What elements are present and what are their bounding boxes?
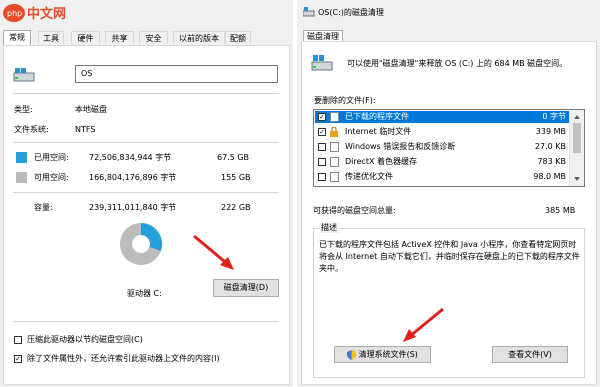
item-checkbox[interactable] (318, 173, 326, 181)
filesystem-label: 文件系统: (14, 125, 49, 134)
svg-text:中文网: 中文网 (27, 6, 66, 22)
type-label: 类型: (14, 105, 33, 114)
disk-cleanup-button[interactable]: 磁盘清理(D) (213, 279, 279, 297)
file-icon (330, 142, 339, 152)
tab-general[interactable]: 常规 (3, 30, 31, 45)
disk-cleanup-dialog: OS(C:)的磁盘清理 磁盘清理 可以使用"磁盘清理"来释放 OS (C:) 上… (297, 0, 600, 387)
view-files-label: 查看文件(V) (508, 350, 552, 359)
item-name: DirectX 着色器缓存 (345, 157, 417, 166)
total-space-label: 可获得的磁盘空间总量: (313, 206, 396, 215)
divider (13, 142, 279, 143)
capacity-bytes: 239,311,011,840 字节 (89, 203, 177, 212)
cleanup-drive-icon (311, 55, 333, 71)
scrollbar-arrows-icon (573, 115, 581, 181)
tab-bar: 常规 工具 硬件 共享 安全 以前的版本 配额 (0, 30, 293, 45)
item-checkbox[interactable] (318, 158, 326, 166)
drive-name-input[interactable]: OS (75, 65, 278, 83)
cleanup-title-icon (303, 7, 315, 17)
file-icon (330, 157, 339, 167)
tab-hardware[interactable]: 硬件 (71, 31, 100, 44)
drive-properties-dialog: php 中文网 常规 工具 硬件 共享 安全 以前的版本 配额 OS 类型: 本… (0, 0, 293, 387)
svg-text:php: php (7, 9, 22, 18)
free-space-gb: 155 GB (221, 173, 251, 182)
type-value: 本地磁盘 (75, 105, 107, 114)
index-checkbox[interactable]: ✓ (14, 355, 22, 363)
item-name: Internet 临时文件 (345, 127, 412, 136)
list-item[interactable]: ✓ Internet 临时文件 339 MB (315, 126, 570, 138)
total-space-value: 385 MB (545, 206, 576, 215)
free-color-swatch (16, 172, 27, 183)
usage-donut-chart (120, 223, 162, 265)
description-label: 描述 (319, 223, 339, 233)
description-text: 已下载的程序文件包括 ActiveX 控件和 Java 小程序，你查看特定网页时… (319, 240, 580, 273)
window-title: OS(C:)的磁盘清理 (318, 8, 384, 17)
item-size: 339 MB (535, 127, 566, 136)
item-checkbox[interactable] (318, 143, 326, 151)
general-panel: OS 类型: 本地磁盘 文件系统: NTFS 已用空间: 72,506,834,… (3, 45, 290, 385)
drive-label: 驱动器 C: (127, 289, 162, 298)
cleanup-system-files-button[interactable]: 清理系统文件(S) (334, 346, 431, 363)
tab-sharing[interactable]: 共享 (105, 31, 134, 44)
item-checkbox[interactable]: ✓ (318, 128, 326, 136)
watermark-logo: php 中文网 (2, 2, 82, 24)
item-checkbox[interactable]: ✓ (318, 113, 326, 121)
tab-tools[interactable]: 工具 (38, 31, 64, 44)
used-space-bytes: 72,506,834,944 字节 (89, 153, 172, 162)
files-to-delete-label: 要删除的文件(F): (314, 96, 376, 105)
divider (13, 321, 279, 322)
item-size: 0 字节 (542, 112, 566, 121)
divider (13, 93, 279, 94)
view-files-button[interactable]: 查看文件(V) (492, 346, 568, 363)
used-space-gb: 67.5 GB (217, 153, 250, 162)
item-size: 783 KB (537, 157, 566, 166)
tab-previous-versions[interactable]: 以前的版本 (173, 31, 225, 44)
item-name: 已下载的程序文件 (345, 112, 409, 121)
capacity-gb: 222 GB (221, 203, 251, 212)
item-name: 传递优化文件 (345, 172, 393, 181)
description-group: 描述 已下载的程序文件包括 ActiveX 控件和 Java 小程序，你查看特定… (313, 223, 585, 378)
capacity-label: 容量: (34, 203, 53, 212)
divider (13, 192, 279, 193)
index-label: 除了文件属性外，还允许索引此驱动器上文件的内容(I) (27, 354, 220, 363)
files-list[interactable]: ✓ 已下载的程序文件 0 字节 ✓ Internet 临时文件 339 MB W… (313, 109, 585, 187)
file-icon (330, 172, 339, 182)
item-size: 98.0 MB (533, 172, 566, 181)
php-logo-icon: php 中文网 (3, 4, 66, 22)
red-arrow-annotation (403, 307, 444, 342)
shield-icon (347, 349, 357, 360)
list-item[interactable]: ✓ 已下载的程序文件 0 字节 (315, 111, 570, 123)
item-name: Windows 错误报告和反馈诊断 (345, 142, 456, 151)
cleanup-system-files-label: 清理系统文件(S) (358, 350, 418, 359)
tab-quota[interactable]: 配额 (225, 31, 251, 44)
red-arrow-annotation (193, 234, 234, 270)
drive-name-value: OS (81, 69, 93, 78)
compress-label: 压缩此驱动器以节约磁盘空间(C) (27, 335, 143, 344)
disk-cleanup-button-label: 磁盘清理(D) (223, 283, 269, 292)
filesystem-value: NTFS (75, 125, 96, 134)
list-item[interactable]: Windows 错误报告和反馈诊断 27.0 KB (315, 141, 570, 153)
file-icon (330, 112, 339, 122)
list-scrollbar[interactable] (569, 110, 584, 186)
intro-text: 可以使用"磁盘清理"来释放 OS (C:) 上的 684 MB 磁盘空间。 (347, 59, 568, 68)
tab-security[interactable]: 安全 (139, 31, 168, 44)
free-space-label: 可用空间: (34, 173, 69, 182)
item-size: 27.0 KB (534, 142, 566, 151)
used-space-label: 已用空间: (34, 153, 69, 162)
list-item[interactable]: DirectX 着色器缓存 783 KB (315, 156, 570, 168)
lock-icon (330, 127, 338, 137)
compress-checkbox[interactable] (14, 336, 22, 344)
used-color-swatch (16, 152, 27, 163)
free-space-bytes: 166,804,176,896 字节 (89, 173, 177, 182)
list-item[interactable]: 传递优化文件 98.0 MB (315, 171, 570, 183)
drive-icon (13, 68, 35, 82)
